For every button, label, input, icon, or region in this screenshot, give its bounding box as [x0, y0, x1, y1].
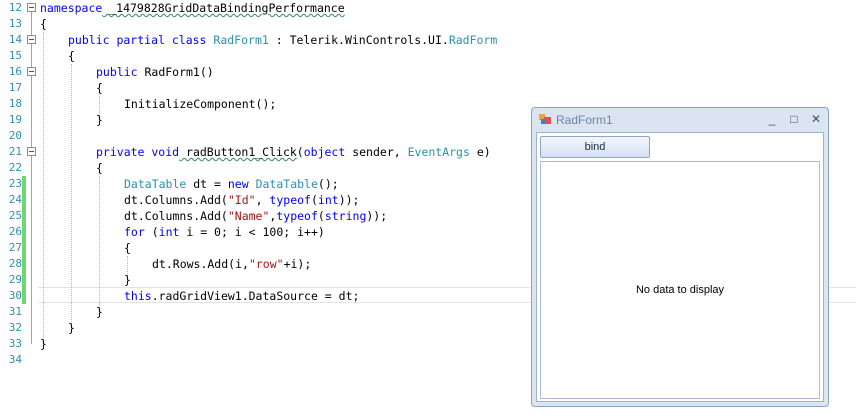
- line-number: 17: [8, 81, 22, 94]
- line-number: 12: [8, 1, 22, 14]
- code-line: InitializeComponent();: [124, 97, 277, 111]
- line-number: 27: [8, 241, 22, 254]
- code-line: }: [40, 337, 47, 351]
- collapse-icon[interactable]: [27, 147, 36, 156]
- form-client-area: bind No data to display: [536, 132, 824, 402]
- code-line: {: [68, 49, 75, 63]
- code-line: dt.Columns.Add("Id", typeof(int));: [124, 193, 360, 207]
- code-line: {: [40, 17, 47, 31]
- line-number: 25: [8, 209, 22, 222]
- collapse-icon[interactable]: [27, 35, 36, 44]
- line-number: 28: [8, 257, 22, 270]
- code-line: for (int i = 0; i < 100; i++): [124, 225, 325, 239]
- line-number: 34: [8, 353, 22, 366]
- line-number: 33: [8, 337, 22, 350]
- close-icon[interactable]: ✕: [808, 111, 824, 127]
- line-number: 22: [8, 161, 22, 174]
- bind-button[interactable]: bind: [540, 136, 650, 158]
- app-icon: [539, 114, 551, 124]
- collapse-icon[interactable]: [27, 67, 36, 76]
- window-titlebar[interactable]: RadForm1 _ □ ✕: [532, 108, 828, 132]
- code-line: {: [96, 81, 103, 95]
- line-number: 26: [8, 225, 22, 238]
- line-number: 30: [8, 289, 22, 302]
- line-number: 29: [8, 273, 22, 286]
- indent-guide: [71, 64, 72, 328]
- modified-line-marker: [22, 176, 26, 304]
- code-line: private void radButton1_Click(object sen…: [96, 145, 491, 159]
- line-number: 21: [8, 145, 22, 158]
- code-line: namespace _1479828GridDataBindingPerform…: [40, 1, 345, 15]
- line-number: 13: [8, 17, 22, 30]
- line-number: 18: [8, 97, 22, 110]
- code-line: }: [68, 321, 75, 335]
- window-title: RadForm1: [556, 113, 613, 127]
- code-line: dt.Columns.Add("Name",typeof(string));: [124, 209, 388, 223]
- indent-guide: [99, 176, 100, 312]
- line-number: 23: [8, 177, 22, 190]
- code-line: this.radGridView1.DataSource = dt;: [124, 289, 360, 303]
- code-line: DataTable dt = new DataTable();: [124, 177, 339, 191]
- line-number: 19: [8, 113, 22, 126]
- line-number: 16: [8, 65, 22, 78]
- code-line: {: [124, 241, 131, 255]
- code-line: }: [96, 113, 103, 127]
- line-number: 20: [8, 129, 22, 142]
- grid-view[interactable]: No data to display: [540, 161, 820, 399]
- indent-guide: [43, 32, 44, 342]
- code-line: {: [96, 161, 103, 175]
- line-number: 31: [8, 305, 22, 318]
- outline-guide: [31, 10, 32, 344]
- line-number: 24: [8, 193, 22, 206]
- line-number: 32: [8, 321, 22, 334]
- maximize-icon[interactable]: □: [786, 111, 802, 127]
- code-line: public RadForm1(): [96, 65, 214, 79]
- line-number: 14: [8, 33, 22, 46]
- code-line: dt.Rows.Add(i,"row"+i);: [152, 257, 312, 271]
- collapse-icon[interactable]: [27, 3, 36, 12]
- line-number: 15: [8, 49, 22, 62]
- grid-empty-message: No data to display: [635, 284, 725, 296]
- code-line: }: [124, 273, 131, 287]
- code-line: public partial class RadForm1 : Telerik.…: [68, 33, 498, 47]
- minimize-icon[interactable]: _: [764, 111, 780, 127]
- code-line: }: [96, 305, 103, 319]
- radform-window[interactable]: RadForm1 _ □ ✕ bind No data to display: [531, 107, 829, 407]
